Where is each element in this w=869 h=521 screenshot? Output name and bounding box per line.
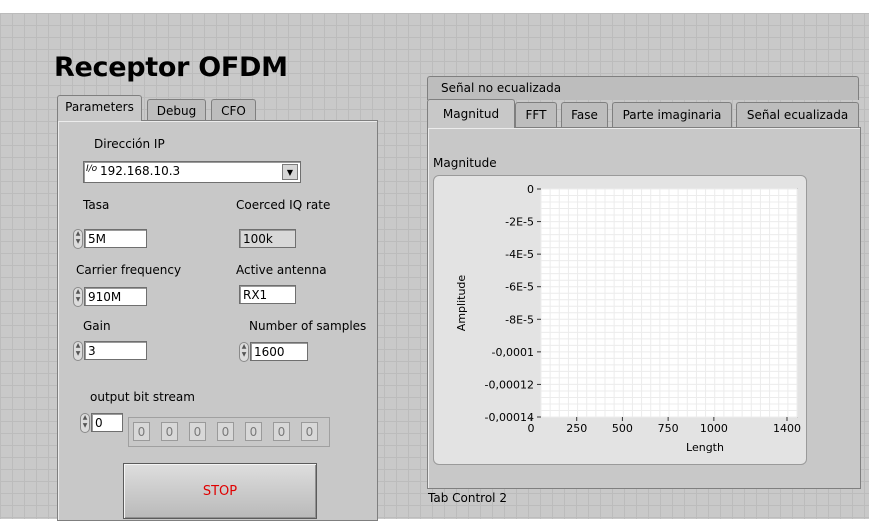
y-tick-label: -8E-5 (505, 313, 534, 326)
output-bit-stream-label: output bit stream (90, 390, 195, 404)
active-antenna-input[interactable]: RX1 (239, 285, 296, 304)
bitstream-element: 0 (273, 422, 290, 441)
magnitude-graph: 0-2E-5-4E-5-6E-5-8E-5-0,0001-0,00012-0,0… (455, 183, 801, 454)
x-tick-label: 1400 (773, 422, 801, 435)
x-tick-label: 1000 (700, 422, 728, 435)
graph-title: Magnitude (433, 156, 497, 170)
y-tick-label: -6E-5 (505, 281, 534, 294)
tasa-input[interactable]: 5M (84, 229, 147, 248)
y-tick-label: -4E-5 (505, 248, 534, 261)
bitstream-index-increment-decrement-icon[interactable]: ▲ ▼ (80, 413, 90, 433)
bitstream-element: 0 (245, 422, 262, 441)
carrier-increment-decrement-icon[interactable]: ▲ ▼ (73, 287, 83, 307)
tab-parte-imaginaria[interactable]: Parte imaginaria (612, 102, 732, 127)
y-tick-label: -2E-5 (505, 216, 534, 229)
carrier-frequency-input[interactable]: 910M (84, 287, 147, 306)
bitstream-index-input[interactable]: 0 (91, 413, 123, 432)
gain-increment-decrement-icon[interactable]: ▲ ▼ (73, 341, 83, 361)
number-of-samples-label: Number of samples (249, 319, 367, 333)
x-axis-label: Length (686, 441, 724, 454)
tab-parameters[interactable]: Parameters (57, 95, 142, 121)
y-tick-label: -0,00012 (485, 378, 534, 391)
ip-label: Dirección IP (94, 137, 165, 151)
x-tick-label: 250 (566, 422, 587, 435)
page-title: Receptor OFDM (54, 52, 288, 83)
y-tick-label: 0 (527, 183, 534, 196)
bitstream-element: 0 (189, 422, 206, 441)
x-tick-label: 500 (612, 422, 633, 435)
ip-address-dropdown[interactable]: I/o 192.168.10.3 ▼ (83, 161, 301, 183)
tab-cfo[interactable]: CFO (211, 99, 256, 121)
gain-input[interactable]: 3 (84, 341, 147, 360)
tab-control-2-label: Tab Control 2 (428, 491, 507, 505)
y-tick-label: -0,0001 (492, 346, 534, 359)
x-tick-label: 0 (528, 422, 535, 435)
tab-magnitud[interactable]: Magnitud (427, 99, 515, 128)
number-of-samples-input[interactable]: 1600 (250, 342, 308, 361)
io-icon: I/o (86, 164, 98, 174)
bitstream-element: 0 (301, 422, 318, 441)
tasa-increment-decrement-icon[interactable]: ▲ ▼ (73, 229, 83, 249)
active-antenna-label: Active antenna (236, 263, 327, 277)
coerced-iq-rate-label: Coerced IQ rate (236, 198, 331, 212)
ip-value: 192.168.10.3 (100, 164, 181, 178)
bitstream-element: 0 (133, 422, 150, 441)
tab-fase[interactable]: Fase (561, 102, 608, 127)
x-tick-label: 750 (658, 422, 679, 435)
tab-senal-no-ecualizada[interactable]: Señal no ecualizada (427, 76, 859, 100)
gain-label: Gain (83, 319, 111, 333)
bitstream-element: 0 (161, 422, 178, 441)
carrier-frequency-label: Carrier frequency (76, 263, 182, 277)
samples-increment-decrement-icon[interactable]: ▲ ▼ (239, 342, 249, 362)
tasa-label: Tasa (83, 198, 110, 212)
tab-senal-ecualizada[interactable]: Señal ecualizada (736, 102, 859, 127)
stop-button[interactable]: STOP (123, 463, 317, 519)
tab-debug[interactable]: Debug (147, 99, 206, 121)
y-axis-label: Amplitude (455, 275, 468, 332)
tab-fft[interactable]: FFT (515, 102, 557, 127)
chevron-down-icon[interactable]: ▼ (282, 164, 298, 180)
coerced-iq-rate-indicator: 100k (239, 229, 296, 248)
bitstream-element: 0 (217, 422, 234, 441)
